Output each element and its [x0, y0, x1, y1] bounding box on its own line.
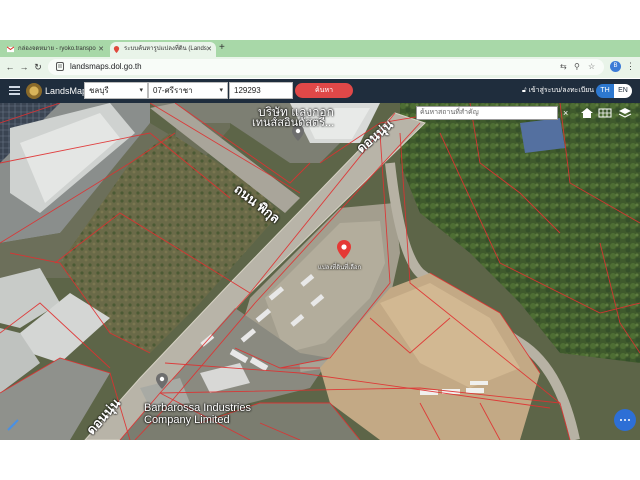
satellite-map[interactable]: [0, 103, 640, 440]
dot-icon: [620, 419, 622, 421]
login-label: เข้าสู่ระบบ/ลงทะเบียน: [528, 87, 595, 94]
bookmark-star-icon[interactable]: ☆: [588, 62, 595, 72]
place-search-input[interactable]: ค้นหาสถานที่สำคัญ: [416, 106, 558, 120]
forward-arrow-icon[interactable]: →: [18, 60, 30, 74]
chevron-down-icon: ▾: [139, 87, 143, 94]
close-tab-icon[interactable]: ✕: [98, 42, 104, 57]
company-label-bottom-2: Company Limited: [144, 414, 230, 426]
tab-gmail[interactable]: กล่องจดหมาย - ryoko.transpo ✕: [4, 42, 108, 57]
district-select[interactable]: 07-ศรีราชา ▾: [148, 82, 228, 99]
screen: กล่องจดหมาย - ryoko.transpo ✕ ระบบค้นหาร…: [0, 0, 640, 480]
province-select[interactable]: ชลบุรี ▾: [84, 82, 148, 99]
company-label-bottom: Barbarossa Industries: [144, 402, 251, 414]
dot-icon: [624, 419, 626, 421]
login-link[interactable]: 🔓︎ เข้าสู่ระบบ/ลงทะเบียน: [522, 85, 594, 97]
parcel-number-input[interactable]: 129293: [229, 82, 293, 99]
tab-title: กล่องจดหมาย - ryoko.transpo: [18, 46, 96, 52]
browser-tab-bar: กล่องจดหมาย - ryoko.transpo ✕ ระบบค้นหาร…: [0, 40, 640, 57]
search-button[interactable]: ค้นหา: [295, 83, 353, 98]
landsmaps-logo-icon: [26, 83, 42, 99]
company-label-top-2: เทนส์สอินดัสตรี...: [252, 117, 335, 129]
more-options-button[interactable]: [614, 409, 636, 431]
browser-menu-icon[interactable]: ⋮: [626, 61, 635, 72]
new-tab-button[interactable]: +: [219, 42, 225, 54]
province-value: ชลบุรี: [89, 86, 109, 95]
chevron-down-icon: ▾: [219, 87, 223, 94]
lock-icon: 🔓︎: [522, 87, 527, 94]
map-pin-icon: [113, 46, 120, 53]
tab-title: ระบบค้นหารูปแปลงที่ดิน (Lands: [124, 46, 207, 52]
close-icon[interactable]: ×: [563, 106, 568, 120]
zoom-icon[interactable]: ⚲: [574, 62, 580, 72]
url-text[interactable]: landsmaps.dol.go.th: [70, 62, 142, 72]
profile-avatar[interactable]: B: [610, 61, 621, 72]
reload-icon[interactable]: ↻: [32, 60, 44, 74]
translate-icon[interactable]: ⇆: [560, 62, 567, 72]
close-tab-icon[interactable]: ✕: [206, 42, 212, 57]
bottom-margin: [0, 440, 640, 480]
tab-landsmaps[interactable]: ระบบค้นหารูปแปลงที่ดิน (Lands ✕: [110, 42, 216, 57]
gmail-icon: [7, 46, 14, 53]
home-icon[interactable]: [580, 106, 594, 120]
parcel-number-value: 129293: [234, 86, 261, 95]
top-margin: [0, 0, 640, 40]
grid-icon[interactable]: [598, 106, 612, 120]
lang-th-button[interactable]: TH: [596, 84, 614, 98]
back-arrow-icon[interactable]: ←: [4, 60, 16, 74]
selected-parcel-label: แปลงที่ดินที่เลือก: [318, 265, 362, 271]
lang-en-button[interactable]: EN: [614, 84, 632, 98]
site-info-icon[interactable]: [56, 62, 64, 71]
dot-icon: [628, 419, 630, 421]
layers-icon[interactable]: [618, 106, 632, 120]
district-value: 07-ศรีราชา: [153, 86, 193, 95]
ruler-tool-icon[interactable]: [6, 418, 20, 432]
map-imagery: [0, 103, 640, 440]
hamburger-menu-icon[interactable]: [9, 86, 20, 95]
